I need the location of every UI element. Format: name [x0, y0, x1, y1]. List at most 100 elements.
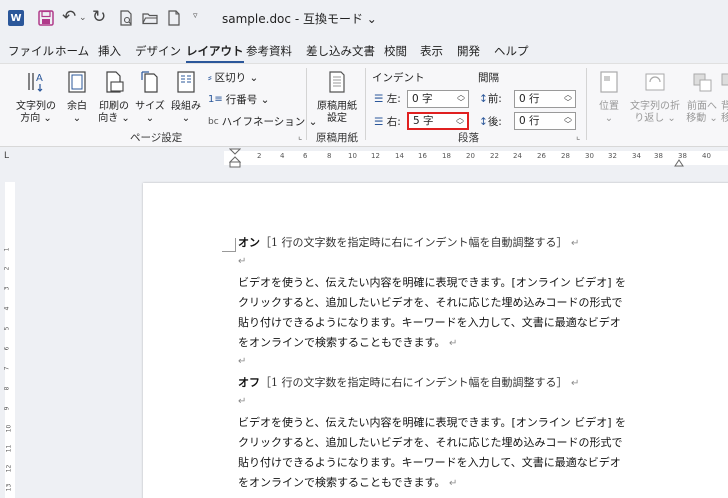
manuscript-label-1: 原稿用紙: [317, 101, 357, 112]
tab-selector[interactable]: L: [4, 151, 9, 161]
undo-icon[interactable]: ↶: [62, 9, 78, 26]
ruler-bar[interactable]: [224, 151, 728, 165]
tab-home[interactable]: ホーム: [55, 43, 89, 59]
ruler-number: 38: [678, 152, 687, 160]
position-label-2: ⌄: [604, 113, 614, 124]
hyphenation-label: ハイフネーション ⌄: [221, 116, 318, 128]
ruler-number: 40: [702, 152, 711, 160]
ruler-number: 32: [608, 152, 617, 160]
indent-left-input[interactable]: 0 字 ︿ ﹀: [407, 90, 469, 108]
wrap-text-button[interactable]: 文字列の折 り返し ⌄: [628, 70, 682, 125]
off-heading[interactable]: オフ［1 行の文字数を指定時に右にインデント幅を自動調整する］ ↵: [238, 374, 579, 390]
ruler-number: 14: [395, 152, 404, 160]
tab-insert[interactable]: 挿入: [98, 43, 121, 59]
spin-arrows-icon[interactable]: ︿ ﹀: [456, 114, 464, 130]
ruler-number: 4: [280, 152, 285, 160]
body-line[interactable]: クリックすると、追加したいビデオを、それに応じた埋め込みコードの形式で: [238, 434, 623, 450]
spacing-after-input[interactable]: 0 行 ︿ ﹀: [514, 112, 576, 130]
new-document-icon[interactable]: [166, 10, 182, 26]
ruler-number: 22: [490, 152, 499, 160]
margins-label-1: 余白: [67, 101, 87, 112]
margins-button[interactable]: 余白 ⌄: [62, 70, 92, 125]
page-setup-launcher-icon[interactable]: ⌞: [298, 132, 302, 142]
margins-icon: [68, 71, 86, 93]
send-backward-button[interactable]: 背 移: [720, 70, 728, 125]
body-line-end[interactable]: をオンラインで検索することもできます。 ↵: [238, 474, 457, 490]
spacing-after-label: ↕後:: [479, 116, 502, 128]
spin-arrows-icon[interactable]: ︿ ﹀: [564, 113, 572, 129]
ruler-number: 30: [585, 152, 594, 160]
document-title[interactable]: sample.doc - 互換モード ⌄: [222, 10, 377, 27]
spacing-before-input[interactable]: 0 行 ︿ ﹀: [514, 90, 576, 108]
orientation-label-2: 向き ⌄: [98, 113, 130, 124]
tab-view[interactable]: 表示: [420, 43, 443, 59]
ribbon-layout: A 文字列の 方向 ⌄ 余白 ⌄ 印刷の 向き ⌄ サイズ ⌄ 段組み ⌄ ⸗ …: [0, 63, 728, 147]
tab-references[interactable]: 参考資料: [246, 43, 292, 59]
columns-button[interactable]: 段組み ⌄: [168, 70, 204, 125]
tab-layout[interactable]: レイアウト: [186, 43, 244, 63]
save-icon[interactable]: [38, 10, 54, 26]
vertical-ruler-number: 12: [5, 464, 13, 473]
tab-help[interactable]: ヘルプ: [494, 43, 529, 59]
open-folder-icon[interactable]: [142, 10, 158, 26]
indent-marker-icon[interactable]: [229, 148, 241, 168]
size-button[interactable]: サイズ ⌄: [134, 70, 166, 125]
body-line[interactable]: ビデオを使うと、伝えたい内容を明確に表現できます。[オンライン ビデオ] を: [238, 414, 626, 430]
hyphenation-button[interactable]: bc ハイフネーション ⌄: [208, 114, 317, 129]
spin-arrows-icon[interactable]: ︿ ﹀: [564, 91, 572, 107]
empty-paragraph[interactable]: ↵: [238, 354, 246, 367]
on-heading[interactable]: オン［1 行の文字数を指定時に右にインデント幅を自動調整する］ ↵: [238, 234, 579, 250]
word-app-icon: W: [8, 10, 24, 26]
tab-file[interactable]: ファイル: [8, 43, 54, 59]
indent-right-input[interactable]: 5 字 ︿ ﹀: [407, 112, 469, 130]
ruler-number: 20: [466, 152, 475, 160]
text-direction-icon: A: [28, 73, 43, 92]
paragraph-launcher-icon[interactable]: ⌞: [576, 132, 580, 142]
word-window: W ↶ ⌄ ↻ ▿ sample.doc - 互換モード ⌄ ファイル ホーム …: [0, 0, 728, 498]
body-line-end[interactable]: をオンラインで検索することもできます。 ↵: [238, 334, 457, 350]
vertical-ruler-number: 8: [3, 386, 11, 391]
wrap-text-label-2: り返し ⌄: [634, 113, 676, 124]
line-numbers-label: 行番号 ⌄: [225, 94, 270, 106]
body-line[interactable]: ビデオを使うと、伝えたい内容を明確に表現できます。[オンライン ビデオ] を: [238, 274, 626, 290]
undo-dropdown-chevron-icon[interactable]: ⌄: [79, 13, 87, 23]
ruler-number: 16: [418, 152, 427, 160]
vertical-ruler-number: 7: [3, 366, 11, 371]
line-numbers-button[interactable]: 1≡ 行番号 ⌄: [208, 92, 269, 107]
breaks-label: 区切り ⌄: [214, 72, 259, 84]
tab-review[interactable]: 校閲: [384, 43, 407, 59]
vertical-ruler-number: 6: [3, 346, 11, 351]
manuscript-settings-button[interactable]: 原稿用紙 設定: [314, 70, 360, 125]
ruler-number: 18: [442, 152, 451, 160]
body-line[interactable]: 貼り付けできるようになります。キーワードを入力して、文書に最適なビデオ: [238, 314, 621, 330]
tab-mailings[interactable]: 差し込み文書: [306, 43, 375, 59]
body-line[interactable]: クリックすると、追加したいビデオを、それに応じた埋め込みコードの形式で: [238, 294, 623, 310]
tab-developer[interactable]: 開発: [457, 43, 480, 59]
body-line[interactable]: 貼り付けできるようになります。キーワードを入力して、文書に最適なビデオ: [238, 454, 621, 470]
spin-arrows-icon[interactable]: ︿ ﹀: [457, 91, 465, 107]
columns-icon: [177, 71, 195, 93]
indent-left-icon: ☰: [374, 93, 384, 105]
vertical-ruler-number: 1: [3, 247, 11, 252]
redo-icon[interactable]: ↻: [92, 9, 108, 26]
empty-paragraph[interactable]: ↵: [238, 254, 246, 267]
indent-right-icon: ☰: [374, 116, 384, 128]
bring-forward-button[interactable]: 前面へ 移動 ⌄: [684, 70, 720, 125]
vertical-ruler-number: 10: [5, 424, 13, 433]
manuscript-group-label: 原稿用紙: [316, 132, 358, 144]
customize-quick-access-icon[interactable]: ▿: [193, 11, 198, 21]
orientation-button[interactable]: 印刷の 向き ⌄: [96, 70, 132, 125]
position-label-1: 位置: [599, 101, 619, 112]
position-button[interactable]: 位置 ⌄: [594, 70, 624, 125]
spacing-title: 間隔: [478, 72, 499, 84]
spacing-before-label: ↕前:: [479, 93, 502, 105]
text-direction-button[interactable]: A 文字列の 方向 ⌄: [14, 70, 58, 125]
print-preview-icon[interactable]: [118, 10, 134, 26]
vertical-ruler-number: 9: [3, 406, 11, 411]
empty-paragraph[interactable]: ↵: [238, 394, 246, 407]
send-backward-icon: [721, 73, 728, 86]
breaks-button[interactable]: ⸗ 区切り ⌄: [208, 70, 258, 85]
ruler-number: 6: [303, 152, 308, 160]
tab-design[interactable]: デザイン: [135, 43, 181, 59]
orientation-icon: [106, 71, 124, 93]
